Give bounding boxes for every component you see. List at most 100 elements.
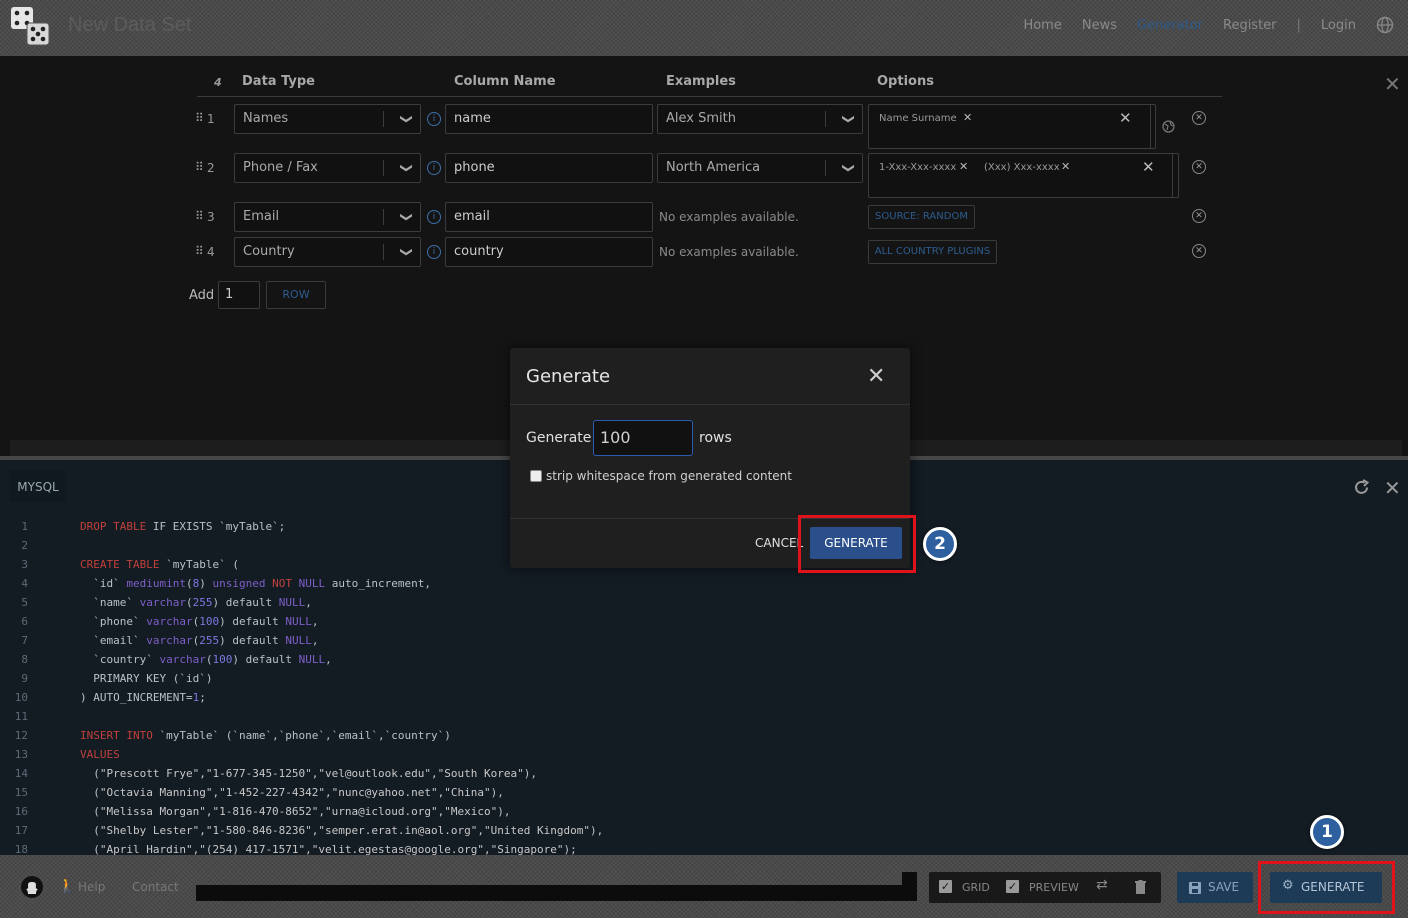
app-title: New Data Set (68, 14, 192, 36)
rows-count-input[interactable]: 100 (593, 420, 693, 456)
info-icon[interactable]: i (427, 245, 441, 259)
code-line: ("Prescott Frye","1-677-345-1250","vel@o… (80, 767, 537, 780)
github-icon[interactable] (20, 875, 44, 899)
modal-title: Generate (526, 366, 611, 387)
example-select[interactable]: Alex Smith ❯ (657, 104, 863, 134)
drag-handle-icon[interactable]: ⠿ (195, 160, 204, 174)
data-type-select[interactable]: Email ❯ (234, 202, 421, 232)
trash-icon[interactable] (1135, 880, 1146, 894)
footer-spacer (902, 872, 917, 901)
info-icon[interactable]: i (427, 112, 441, 126)
options-multiselect[interactable]: 1-Xxx-Xxx-xxxx ✕ (Xxx) Xxx-xxxx ✕ ✕ (868, 153, 1179, 198)
data-type-value: Country (243, 244, 295, 259)
preview-toggle[interactable]: PREVIEW (1029, 881, 1079, 894)
strip-whitespace-checkbox[interactable] (530, 470, 542, 482)
line-number: 14 (14, 767, 28, 780)
data-type-value: Names (243, 111, 289, 126)
source-random-button[interactable]: SOURCE: RANDOM (868, 205, 975, 229)
option-tag: 1-Xxx-Xxx-xxxx (879, 162, 957, 173)
line-number: 10 (14, 691, 28, 704)
close-grid-icon[interactable]: ✕ (1384, 72, 1401, 96)
highlight-box-1 (1258, 861, 1395, 914)
remove-row-icon[interactable]: ✕ (1192, 111, 1206, 125)
remove-row-icon[interactable]: ✕ (1192, 244, 1206, 258)
row-number: 2 (207, 161, 215, 175)
line-number: 13 (14, 748, 28, 761)
line-number: 5 (21, 596, 28, 609)
save-button[interactable]: SAVE (1177, 872, 1253, 903)
column-name-input[interactable]: email (445, 202, 653, 232)
language-tab[interactable]: MYSQL (10, 470, 66, 502)
row-number: 4 (207, 245, 215, 259)
data-type-select[interactable]: Country ❯ (234, 237, 421, 267)
line-number: 12 (14, 729, 28, 742)
close-modal-icon[interactable]: ✕ (867, 364, 885, 389)
info-icon[interactable]: i (427, 210, 441, 224)
globe-icon[interactable] (1376, 16, 1394, 34)
nav-register[interactable]: Register (1223, 18, 1277, 33)
preview-checkbox-icon[interactable]: ✓ (1006, 880, 1019, 893)
line-number: 4 (21, 577, 28, 590)
all-country-plugins-button[interactable]: ALL COUNTRY PLUGINS (868, 240, 997, 264)
column-name-input[interactable]: country (445, 237, 653, 267)
example-value: North America (666, 160, 761, 175)
swap-layout-icon[interactable]: ⇄ (1096, 877, 1108, 893)
header-divider (197, 96, 1222, 97)
column-name-input[interactable]: name (445, 104, 653, 134)
drag-handle-icon[interactable]: ⠿ (195, 244, 204, 258)
remove-row-icon[interactable]: ✕ (1192, 209, 1206, 223)
nav-login[interactable]: Login (1321, 18, 1356, 33)
step-badge-1: 1 (1310, 815, 1344, 849)
column-name-value: phone (454, 160, 495, 175)
code-line: ) AUTO_INCREMENT=1; (80, 691, 206, 704)
add-rows-input[interactable]: 1 (218, 281, 260, 309)
modal-divider (510, 404, 910, 405)
clear-icon[interactable]: ✕ (1142, 158, 1155, 176)
remove-tag-icon[interactable]: ✕ (959, 160, 968, 173)
remove-tag-icon[interactable]: ✕ (963, 111, 972, 124)
col-header-examples: Examples (666, 74, 736, 89)
remove-tag-icon[interactable]: ✕ (1061, 160, 1070, 173)
grid-toggle[interactable]: GRID (962, 881, 990, 894)
column-name-value: email (454, 209, 490, 224)
info-icon[interactable]: i (427, 161, 441, 175)
remove-row-icon[interactable]: ✕ (1192, 160, 1206, 174)
line-number: 7 (21, 634, 28, 647)
option-tag: (Xxx) Xxx-xxxx (984, 162, 1060, 173)
rows-label: rows (699, 430, 732, 446)
contact-link[interactable]: Contact (132, 880, 179, 894)
strip-whitespace-label: strip whitespace from generated content (546, 469, 792, 483)
close-code-icon[interactable]: ✕ (1384, 476, 1401, 500)
line-number: 6 (21, 615, 28, 628)
option-tag: Name Surname (879, 113, 957, 124)
example-value: Alex Smith (666, 111, 736, 126)
line-number: 2 (21, 539, 28, 552)
column-name-input[interactable]: phone (445, 153, 653, 183)
globe-icon[interactable] (1162, 120, 1175, 133)
options-multiselect[interactable]: Name Surname ✕ ✕ (868, 104, 1156, 149)
code-line: DROP TABLE IF EXISTS `myTable`; (80, 520, 286, 533)
grid-checkbox-icon[interactable]: ✓ (939, 880, 952, 893)
code-line: ("Melissa Morgan","1-816-470-8652","urna… (80, 805, 511, 818)
column-name-value: country (454, 244, 504, 259)
line-number: 11 (14, 710, 28, 723)
drag-handle-icon[interactable]: ⠿ (195, 209, 204, 223)
dice-logo-icon[interactable] (10, 6, 50, 46)
data-type-select[interactable]: Phone / Fax ❯ (234, 153, 421, 183)
add-row-button[interactable]: ROW (266, 281, 326, 309)
example-select[interactable]: North America ❯ (657, 153, 863, 183)
nav-home[interactable]: Home (1023, 18, 1061, 33)
nav-generator[interactable]: Generator (1137, 18, 1203, 33)
refresh-icon[interactable] (1352, 478, 1371, 497)
chevron-down-icon: ❯ (399, 162, 414, 174)
nav-news[interactable]: News (1082, 18, 1117, 33)
row-number: 1 (207, 112, 215, 126)
cancel-button[interactable]: CANCEL (755, 536, 803, 550)
step-badge-2: 2 (923, 527, 957, 561)
code-line: `name` varchar(255) default NULL, (80, 596, 312, 609)
clear-icon[interactable]: ✕ (1119, 109, 1132, 127)
data-type-select[interactable]: Names ❯ (234, 104, 421, 134)
col-header-data-type: Data Type (242, 74, 315, 89)
drag-handle-icon[interactable]: ⠿ (195, 111, 204, 125)
help-link[interactable]: Help (78, 880, 105, 894)
